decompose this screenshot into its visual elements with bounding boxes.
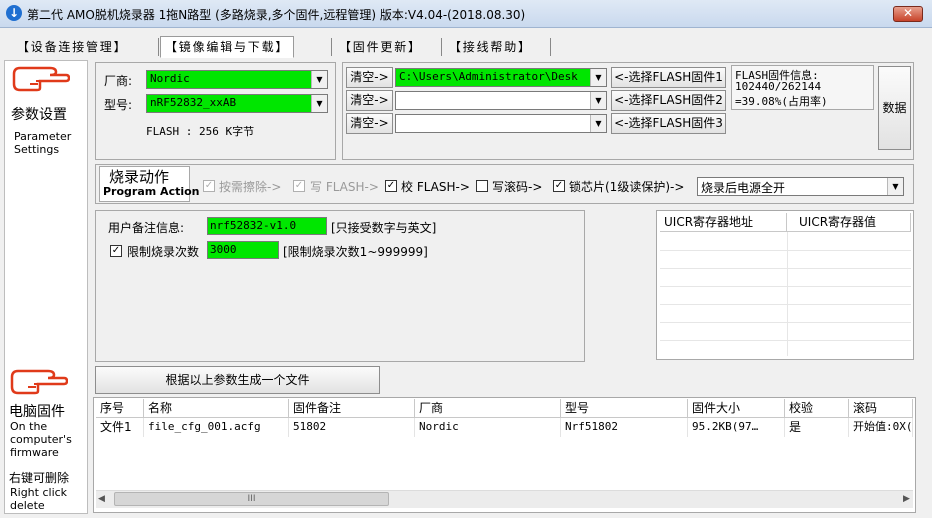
limit-label: 限制烧录次数 — [127, 245, 200, 259]
verify-flash-label: 校 FLASH-> — [401, 180, 470, 194]
generate-file-button[interactable]: 根据以上参数生成一个文件 — [95, 366, 380, 394]
select-firmware-2-button[interactable]: <-选择FLASH固件2 — [611, 90, 726, 111]
file-cell-note[interactable]: 51802 — [289, 418, 415, 437]
uicr-row-line — [660, 322, 911, 323]
pointing-hand-icon — [10, 369, 68, 395]
app-icon: ↓ — [6, 5, 22, 21]
tab-wiring-help[interactable]: 【接线帮助】 — [444, 36, 537, 58]
note-label: 用户备注信息: — [108, 221, 185, 235]
uicr-row-line — [660, 286, 911, 287]
select-firmware-1-button[interactable]: <-选择FLASH固件1 — [611, 67, 726, 88]
limit-input[interactable]: 3000 — [207, 241, 279, 259]
verify-flash-checkbox[interactable]: ✓ — [385, 180, 397, 192]
model-label: 型号: — [104, 98, 133, 112]
tab-firmware-update[interactable]: 【固件更新】 — [334, 36, 427, 58]
file-cell-size[interactable]: 95.2KB(97… — [688, 418, 785, 437]
limit-hint: [限制烧录次数1~999999] — [283, 245, 428, 259]
uicr-row-line — [660, 304, 911, 305]
file-cell-index[interactable]: 文件1 — [96, 418, 144, 437]
file-col-verify[interactable]: 校验 — [785, 399, 849, 418]
firmware-path-1[interactable]: C:\Users\Administrator\Desk ▼ — [395, 68, 607, 87]
tab-device-manage[interactable]: 【设备连接管理】 — [12, 36, 132, 58]
erase-checkbox[interactable]: ✓ — [203, 180, 215, 192]
clear-button-1[interactable]: 清空-> — [346, 67, 393, 88]
after-program-select[interactable]: 烧录后电源全开 ▼ — [697, 177, 904, 196]
window-title: 第二代 AMO脱机烧录器 1拖N路型 (多路烧录,多个固件,远程管理) 版本:V… — [27, 8, 526, 22]
file-cell-verify[interactable]: 是 — [785, 418, 849, 437]
firmware-path-2[interactable]: ▼ — [395, 91, 607, 110]
model-select[interactable]: nRF52832_xxAB ▼ — [146, 94, 328, 113]
vendor-select[interactable]: Nordic ▼ — [146, 70, 328, 89]
vendor-value: Nordic — [150, 72, 190, 85]
uicr-row-line — [660, 268, 911, 269]
uicr-header-addr[interactable]: UICR寄存器地址 — [660, 213, 787, 232]
section-firmware-cn: 电脑固件 — [9, 404, 65, 420]
section-firmware-en: On the — [10, 420, 48, 433]
chevron-down-icon: ▼ — [590, 115, 606, 132]
file-cell-serial[interactable]: 开始值:0X( — [849, 418, 913, 437]
chevron-down-icon: ▼ — [887, 178, 903, 195]
firmware-info-size: 102440/262144 — [735, 80, 822, 93]
after-program-value: 烧录后电源全开 — [701, 181, 786, 195]
file-col-size[interactable]: 固件大小 — [688, 399, 785, 418]
data-button[interactable]: 数据 — [878, 66, 911, 150]
chevron-down-icon: ▼ — [590, 69, 606, 86]
uicr-header-value[interactable]: UICR寄存器值 — [787, 213, 911, 232]
file-cell-vendor[interactable]: Nordic — [415, 418, 561, 437]
lock-chip-label: 锁芯片(1级读保护)-> — [569, 180, 685, 194]
file-col-name[interactable]: 名称 — [144, 399, 289, 418]
tab-divider — [441, 38, 442, 56]
model-value: nRF52832_xxAB — [150, 96, 237, 109]
file-col-index[interactable]: 序号 — [96, 399, 144, 418]
close-button[interactable]: ✕ — [893, 6, 923, 22]
program-action-title-cn: 烧录动作 — [109, 168, 170, 186]
scroll-right-arrow-icon[interactable]: ▶ — [903, 491, 910, 507]
scroll-thumb[interactable]: III — [114, 492, 389, 506]
file-col-serial[interactable]: 滚码 — [849, 399, 913, 418]
file-col-vendor[interactable]: 厂商 — [415, 399, 561, 418]
tab-image-edit[interactable]: 【镜像编辑与下载】 — [160, 36, 295, 58]
firmware-path-3[interactable]: ▼ — [395, 114, 607, 133]
section-parameter-en: Settings — [14, 143, 60, 156]
section-parameter-cn: 参数设置 — [11, 107, 67, 123]
tab-divider — [550, 38, 551, 56]
vendor-label: 厂商: — [104, 74, 133, 88]
erase-label: 按需擦除-> — [219, 180, 282, 194]
chevron-down-icon: ▼ — [311, 95, 327, 112]
section-firmware-en: firmware — [10, 446, 59, 459]
note-hint: [只接受数字与英文] — [331, 221, 437, 235]
tab-divider — [158, 38, 159, 56]
limit-checkbox[interactable]: ✓ — [110, 245, 122, 257]
file-cell-name[interactable]: file_cfg_001.acfg — [144, 418, 289, 437]
select-firmware-3-button[interactable]: <-选择FLASH固件3 — [611, 113, 726, 134]
section-parameter-en: Parameter — [14, 130, 72, 143]
write-flash-checkbox[interactable]: ✓ — [293, 180, 305, 192]
uicr-table[interactable] — [656, 210, 914, 360]
uicr-row-line — [660, 250, 911, 251]
delete-hint-cn: 右键可删除 — [9, 471, 70, 485]
chevron-down-icon: ▼ — [311, 71, 327, 88]
delete-hint-en: delete — [10, 499, 45, 512]
write-flash-label: 写 FLASH-> — [310, 180, 379, 194]
note-input[interactable]: nrf52832-v1.0 — [207, 217, 327, 235]
file-cell-model[interactable]: Nrf51802 — [561, 418, 688, 437]
lock-chip-checkbox[interactable]: ✓ — [553, 180, 565, 192]
file-col-model[interactable]: 型号 — [561, 399, 688, 418]
firmware-path-1-value: C:\Users\Administrator\Desk — [399, 70, 578, 83]
program-action-title-en: Program Action — [103, 185, 200, 198]
uicr-row-line — [660, 340, 911, 341]
section-firmware-en: computer's — [10, 433, 72, 446]
scroll-left-arrow-icon[interactable]: ◀ — [98, 491, 105, 507]
tab-divider — [331, 38, 332, 56]
flash-size-label: FLASH : 256 K字节 — [146, 125, 255, 138]
serial-checkbox[interactable] — [476, 180, 488, 192]
file-col-note[interactable]: 固件备注 — [289, 399, 415, 418]
pointing-hand-icon — [12, 66, 70, 92]
clear-button-3[interactable]: 清空-> — [346, 113, 393, 134]
serial-label: 写滚码-> — [492, 180, 543, 194]
firmware-info-ratio: =39.08%(占用率) — [735, 95, 828, 108]
chevron-down-icon: ▼ — [590, 92, 606, 109]
clear-button-2[interactable]: 清空-> — [346, 90, 393, 111]
delete-hint-en: Right click — [10, 486, 68, 499]
